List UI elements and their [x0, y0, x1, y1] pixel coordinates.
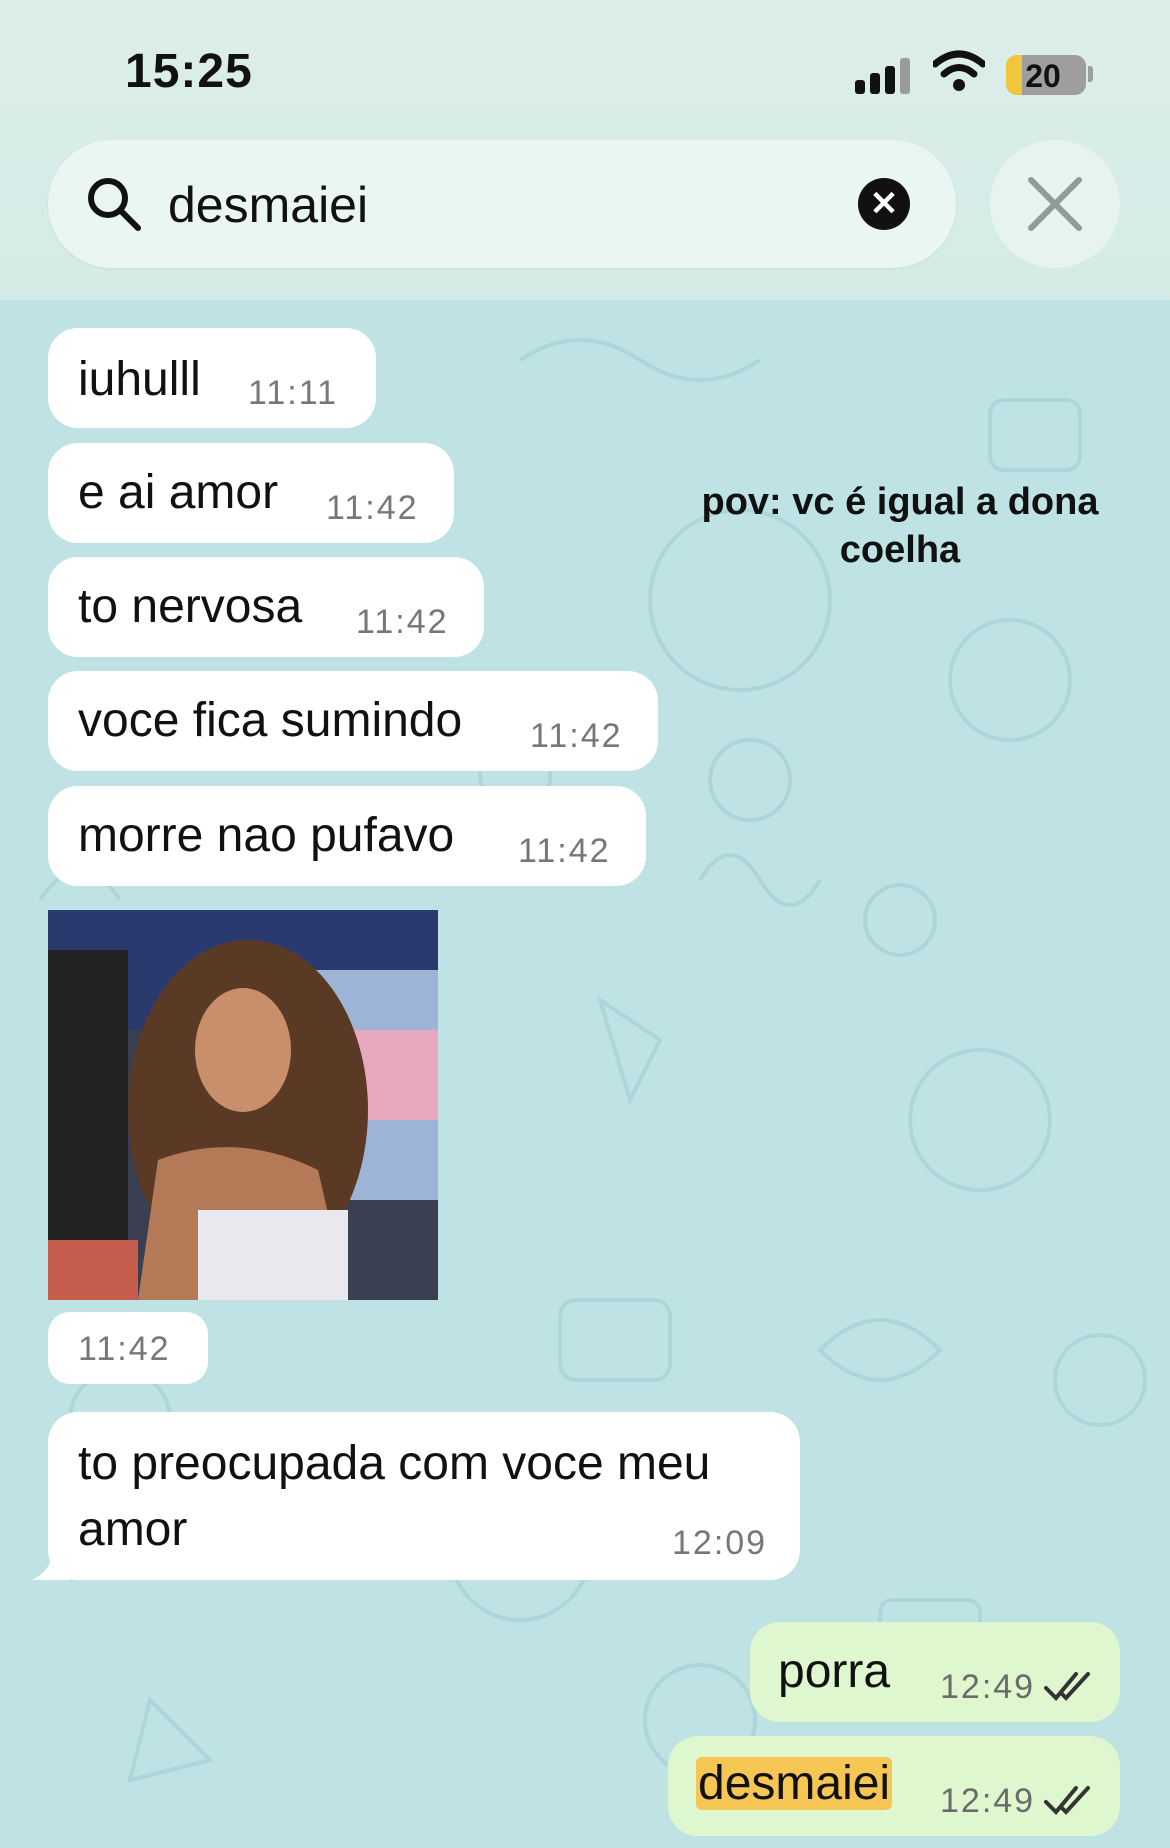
photo-image: [48, 910, 438, 1300]
message-time: 11:42: [518, 832, 611, 870]
message-time: 11:42: [326, 489, 419, 527]
message-bubble-incoming[interactable]: morre nao pufavo 11:42: [48, 786, 646, 886]
message-text: morre nao pufavo: [78, 809, 455, 862]
message-text-line1: to preocupada com voce meu: [78, 1437, 711, 1490]
message-text: iuhulll: [78, 353, 201, 406]
message-text: voce fica sumindo: [78, 694, 463, 747]
close-icon: [1028, 177, 1082, 231]
status-time: 15:25: [125, 45, 253, 98]
message-text: e ai amor: [78, 466, 279, 519]
search-bar[interactable]: desmaiei ✕: [48, 140, 956, 268]
read-receipt-icon: [1044, 1672, 1090, 1701]
battery-level: 20: [1025, 58, 1061, 94]
message-time: 11:42: [78, 1330, 171, 1368]
overlay-caption: pov: vc é igual a dona coelha: [701, 481, 1099, 571]
search-match-highlight: desmaiei: [696, 1757, 893, 1810]
cellular-signal-icon: [855, 58, 915, 94]
close-search-button[interactable]: [990, 140, 1120, 268]
message-time: 11:42: [356, 603, 449, 641]
message-bubble-incoming[interactable]: to nervosa 11:42: [48, 557, 484, 657]
message-bubble-incoming[interactable]: to preocupada com voce meu amor 12:09: [48, 1412, 800, 1580]
wifi-icon: [933, 50, 985, 91]
clear-search-button[interactable]: ✕: [858, 178, 910, 230]
message-time: 11:42: [530, 717, 623, 755]
search-input[interactable]: desmaiei: [168, 176, 368, 234]
search-icon: [88, 178, 141, 231]
message-bubble-incoming[interactable]: e ai amor 11:42: [48, 443, 454, 543]
battery-icon: 20: [1006, 55, 1086, 95]
message-bubble-incoming[interactable]: voce fica sumindo 11:42: [48, 671, 658, 771]
message-time: 12:09: [672, 1524, 768, 1562]
message-time: 12:49: [940, 1668, 1036, 1706]
message-time: 11:11: [248, 374, 339, 412]
message-bubble-incoming[interactable]: iuhulll 11:11: [48, 328, 376, 428]
top-header: 15:25 20 desmaiei ✕: [0, 0, 1170, 300]
message-time: 12:49: [940, 1782, 1036, 1820]
clear-icon: ✕: [869, 185, 899, 223]
message-text: to nervosa: [78, 580, 303, 633]
message-text-line2: amor: [78, 1503, 188, 1556]
photo-timestamp-bubble: 11:42: [48, 1312, 208, 1384]
message-photo[interactable]: [48, 910, 438, 1300]
message-bubble-outgoing[interactable]: desmaiei 12:49: [668, 1736, 1120, 1836]
message-text: porra: [778, 1645, 891, 1698]
read-receipt-icon: [1044, 1786, 1090, 1815]
message-bubble-outgoing[interactable]: porra 12:49: [750, 1622, 1120, 1722]
battery-tip: [1088, 66, 1093, 82]
